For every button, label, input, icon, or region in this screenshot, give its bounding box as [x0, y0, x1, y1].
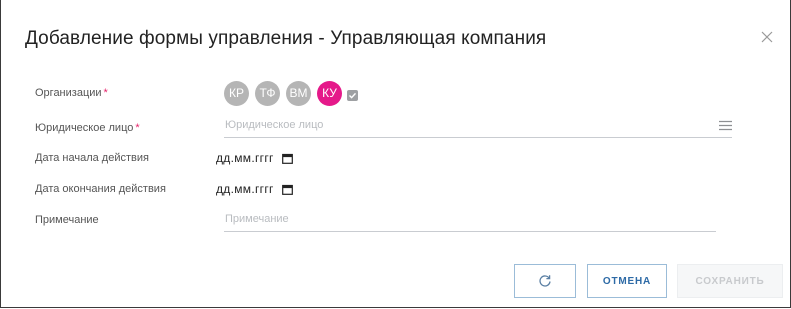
org-chip-label: ВМ: [289, 86, 308, 100]
end-date-label: Дата окончания действия: [35, 183, 166, 195]
org-chip-label: КУ: [322, 86, 337, 100]
org-chip-selected[interactable]: КУ: [317, 80, 342, 106]
org-chip[interactable]: ВМ: [286, 80, 311, 106]
org-chip-label: ТФ: [259, 86, 276, 100]
note-label: Примечание: [35, 214, 99, 226]
start-date-label: Дата начала действия: [35, 152, 149, 164]
dialog: Добавление формы управления - Управляюща…: [0, 0, 791, 308]
legal-entity-placeholder: Юридическое лицо: [225, 119, 324, 131]
reset-button[interactable]: [514, 264, 576, 298]
start-date-input[interactable]: дд.мм.гггг: [215, 148, 325, 168]
note-placeholder: Примечание: [225, 213, 289, 225]
start-date-value: дд.мм.гггг: [216, 151, 274, 165]
list-icon[interactable]: [719, 120, 732, 131]
note-field[interactable]: Примечание: [224, 209, 716, 232]
end-date-input[interactable]: дд.мм.гггг: [215, 179, 325, 199]
legal-entity-label: Юридическое лицо *: [35, 122, 140, 134]
organizations-label-text: Организации: [35, 87, 102, 99]
close-icon[interactable]: [760, 30, 774, 44]
organizations-chips: КР ТФ ВМ КУ: [224, 80, 358, 106]
org-chip-label: КР: [229, 86, 244, 100]
org-chip[interactable]: КР: [224, 80, 249, 106]
required-mark: *: [135, 122, 140, 134]
calendar-icon[interactable]: [281, 153, 293, 164]
end-date-value: дд.мм.гггг: [216, 182, 274, 196]
legal-entity-label-text: Юридическое лицо: [35, 122, 134, 134]
legal-entity-field[interactable]: Юридическое лицо: [224, 115, 732, 138]
save-button[interactable]: СОХРАНИТЬ: [677, 264, 783, 298]
checkbox-icon[interactable]: [347, 89, 358, 101]
refresh-icon: [539, 275, 551, 287]
dialog-title: Добавление формы управления - Управляюща…: [25, 28, 547, 49]
org-chip[interactable]: ТФ: [255, 80, 280, 106]
cancel-button[interactable]: ОТМЕНА: [587, 264, 667, 298]
organizations-label: Организации *: [35, 87, 108, 99]
calendar-icon[interactable]: [281, 184, 293, 195]
required-mark: *: [103, 87, 108, 99]
